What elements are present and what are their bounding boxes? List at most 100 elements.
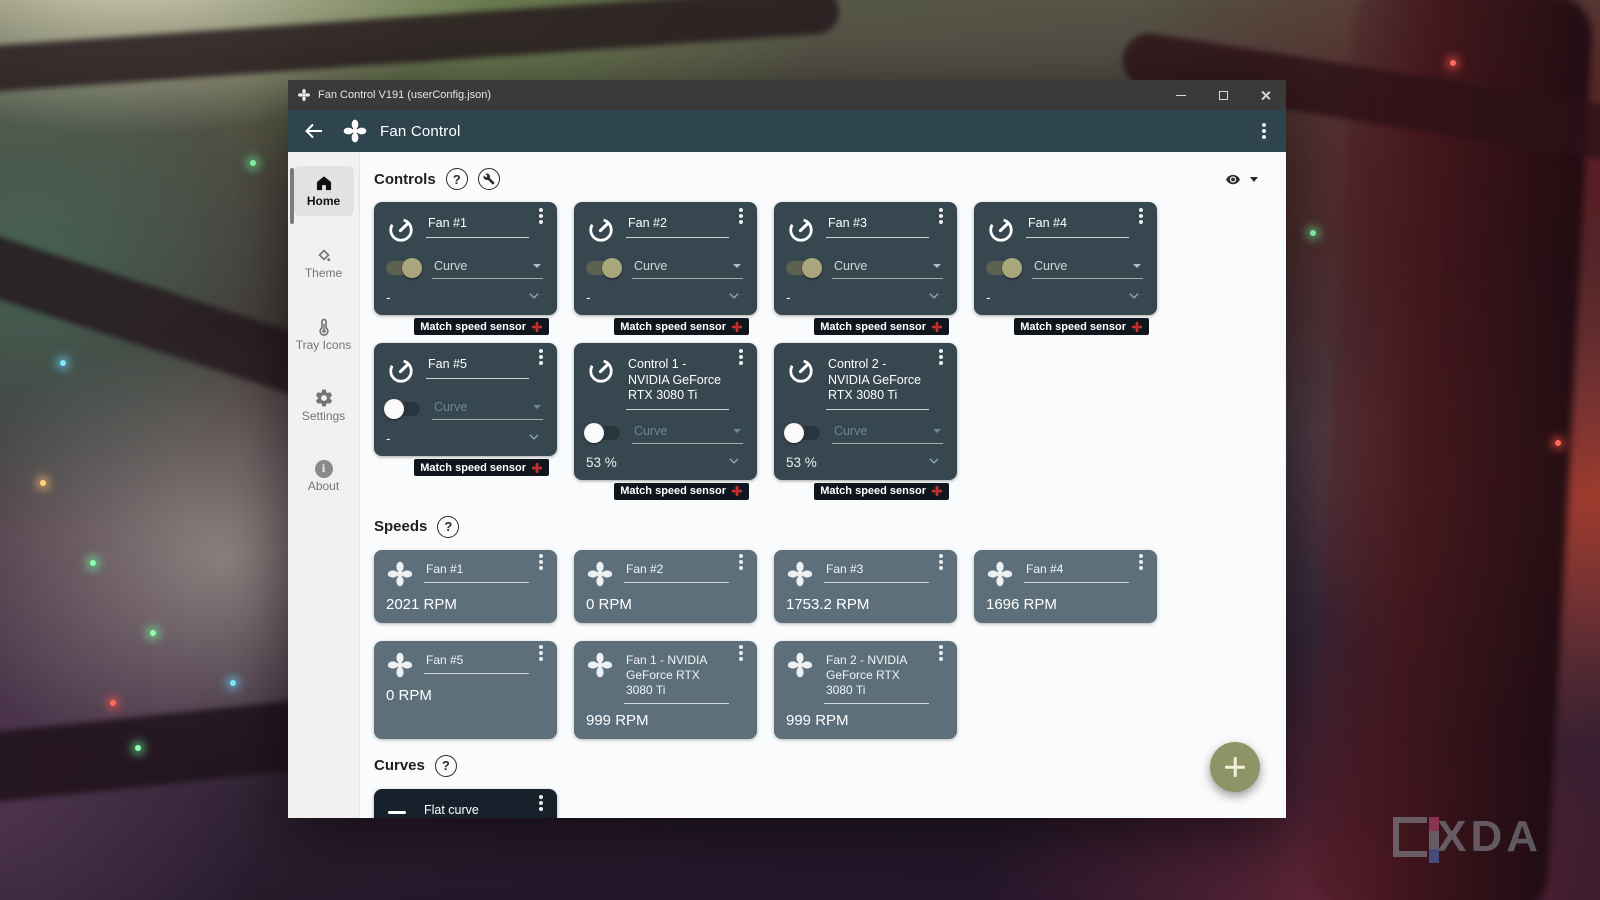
appbar-overflow-menu-button[interactable] xyxy=(1262,129,1266,133)
back-arrow-button[interactable] xyxy=(302,119,326,143)
card-menu-button[interactable] xyxy=(539,650,543,655)
control-enable-toggle[interactable] xyxy=(986,258,1022,278)
curve-select[interactable]: Curve xyxy=(1032,257,1143,279)
card-menu-button[interactable] xyxy=(939,355,943,359)
curve-select-label: Curve xyxy=(434,259,468,273)
control-name-input[interactable]: Fan #1 xyxy=(426,214,529,238)
card-menu-button[interactable] xyxy=(539,355,543,359)
speed-name-input[interactable]: Fan #4 xyxy=(1024,560,1129,583)
gauge-icon xyxy=(989,218,1013,242)
control-name-input[interactable]: Fan #4 xyxy=(1026,214,1129,238)
speed-name-input[interactable]: Fan #5 xyxy=(424,651,529,674)
control-enable-toggle[interactable] xyxy=(584,422,620,443)
minimize-button[interactable] xyxy=(1160,80,1202,110)
control-name-input[interactable]: Control 1 - NVIDIA GeForce RTX 3080 Ti xyxy=(626,355,729,410)
sidebar-item-theme[interactable]: Theme xyxy=(294,238,354,288)
select-caret-icon xyxy=(933,428,941,433)
select-caret-icon xyxy=(533,405,541,409)
chevron-down-icon xyxy=(1129,293,1139,299)
speed-card-fan2: Fan #2 0 RPM xyxy=(574,549,757,623)
control-enable-toggle[interactable] xyxy=(586,258,622,278)
sensor-select[interactable]: - xyxy=(386,279,543,305)
curve-select[interactable]: Curve xyxy=(832,257,943,279)
appbar: Fan Control xyxy=(288,110,1286,152)
speeds-header: Speeds ? xyxy=(374,515,1272,538)
close-button[interactable] xyxy=(1244,80,1286,110)
card-menu-button[interactable] xyxy=(939,559,943,564)
control-name-input[interactable]: Fan #3 xyxy=(826,214,929,238)
control-enable-toggle[interactable] xyxy=(384,399,420,419)
card-menu-button[interactable] xyxy=(739,650,743,655)
sidebar-item-tray-icons[interactable]: Tray Icons xyxy=(294,310,354,360)
curve-select[interactable]: Curve xyxy=(432,398,543,420)
card-menu-button[interactable] xyxy=(1139,214,1143,218)
speed-card-fan1: Fan #1 2021 RPM xyxy=(374,549,557,623)
sensor-select[interactable]: - xyxy=(986,279,1143,305)
speeds-help-button[interactable]: ? xyxy=(437,515,460,538)
card-menu-button[interactable] xyxy=(939,650,943,655)
chevron-down-icon xyxy=(729,293,739,299)
sidebar-item-settings[interactable]: Settings xyxy=(294,381,354,431)
curve-select[interactable]: Curve xyxy=(432,257,543,279)
window-title: Fan Control V191 (userConfig.json) xyxy=(318,89,492,101)
curve-name-input[interactable]: Flat curve example xyxy=(422,801,529,818)
sensor-select[interactable]: 53 % xyxy=(586,444,743,470)
speed-name-input[interactable]: Fan 2 - NVIDIA GeForce RTX 3080 Ti xyxy=(824,651,929,704)
visibility-dropdown-button[interactable] xyxy=(1222,172,1258,187)
control-cell: Control 2 - NVIDIA GeForce RTX 3080 Ti C… xyxy=(774,343,957,500)
curve-select[interactable]: Curve xyxy=(832,422,943,444)
add-fab-button[interactable] xyxy=(1210,742,1260,792)
sidebar-item-label: Home xyxy=(306,194,341,208)
curve-card-flat: Flat curve example Fan speed + 50 % - xyxy=(374,788,557,818)
speed-name-input[interactable]: Fan 1 - NVIDIA GeForce RTX 3080 Ti xyxy=(624,651,729,704)
sensor-select[interactable]: - xyxy=(586,279,743,305)
control-enable-toggle[interactable] xyxy=(784,422,820,443)
app-logo-fan-icon xyxy=(343,119,367,143)
curve-select[interactable]: Curve xyxy=(632,257,743,279)
card-menu-button[interactable] xyxy=(739,559,743,564)
curves-help-button[interactable]: ? xyxy=(434,754,457,777)
controls-tools-button[interactable] xyxy=(477,168,500,190)
control-value: - xyxy=(586,290,591,305)
speed-name-input[interactable]: Fan #3 xyxy=(824,560,929,583)
control-name-input[interactable]: Fan #2 xyxy=(626,214,729,238)
card-menu-button[interactable] xyxy=(539,800,543,805)
card-menu-button[interactable] xyxy=(539,214,543,218)
card-menu-button[interactable] xyxy=(1139,559,1143,564)
card-menu-button[interactable] xyxy=(739,214,743,218)
sensor-select[interactable]: - xyxy=(386,420,543,446)
speed-name-input[interactable]: Fan #2 xyxy=(624,560,729,583)
card-menu-button[interactable] xyxy=(739,355,743,359)
app-title: Fan Control xyxy=(380,122,461,140)
card-menu-button[interactable] xyxy=(939,214,943,218)
fan-icon xyxy=(297,88,311,102)
control-value: 53 % xyxy=(586,454,617,470)
speed-value: 1753.2 RPM xyxy=(786,595,870,613)
sidebar-item-home[interactable]: Home xyxy=(293,166,354,216)
controls-help-button[interactable]: ? xyxy=(445,168,468,190)
control-cell: Fan #1 Curve - Match speed sensor xyxy=(374,202,557,335)
fan-icon xyxy=(531,321,543,332)
sensor-select[interactable]: - xyxy=(786,279,943,305)
control-enable-toggle[interactable] xyxy=(386,258,422,278)
speed-name-input[interactable]: Fan #1 xyxy=(424,560,529,583)
maximize-button[interactable] xyxy=(1202,80,1244,110)
curve-select-label: Curve xyxy=(1034,259,1068,273)
control-name-input[interactable]: Control 2 - NVIDIA GeForce RTX 3080 Ti xyxy=(826,355,929,410)
sensor-select[interactable]: 53 % xyxy=(786,444,943,470)
control-name-input[interactable]: Fan #5 xyxy=(426,355,529,379)
window-titlebar[interactable]: Fan Control V191 (userConfig.json) xyxy=(288,80,1286,110)
sidebar-item-about[interactable]: i About xyxy=(294,453,354,501)
select-caret-icon xyxy=(933,264,941,268)
control-enable-toggle[interactable] xyxy=(786,258,822,278)
glow-dot xyxy=(110,700,116,706)
control-value: - xyxy=(786,290,791,305)
match-speed-sensor-badge: Match speed sensor xyxy=(614,482,749,500)
curve-select[interactable]: Curve xyxy=(632,422,743,444)
card-menu-button[interactable] xyxy=(539,559,543,564)
match-speed-sensor-badge: Match speed sensor xyxy=(414,459,549,476)
toggle-knob xyxy=(602,258,622,278)
control-card-fan3: Fan #3 Curve - xyxy=(774,202,957,315)
glow-dot xyxy=(60,360,66,366)
curve-select-label: Curve xyxy=(834,423,868,438)
